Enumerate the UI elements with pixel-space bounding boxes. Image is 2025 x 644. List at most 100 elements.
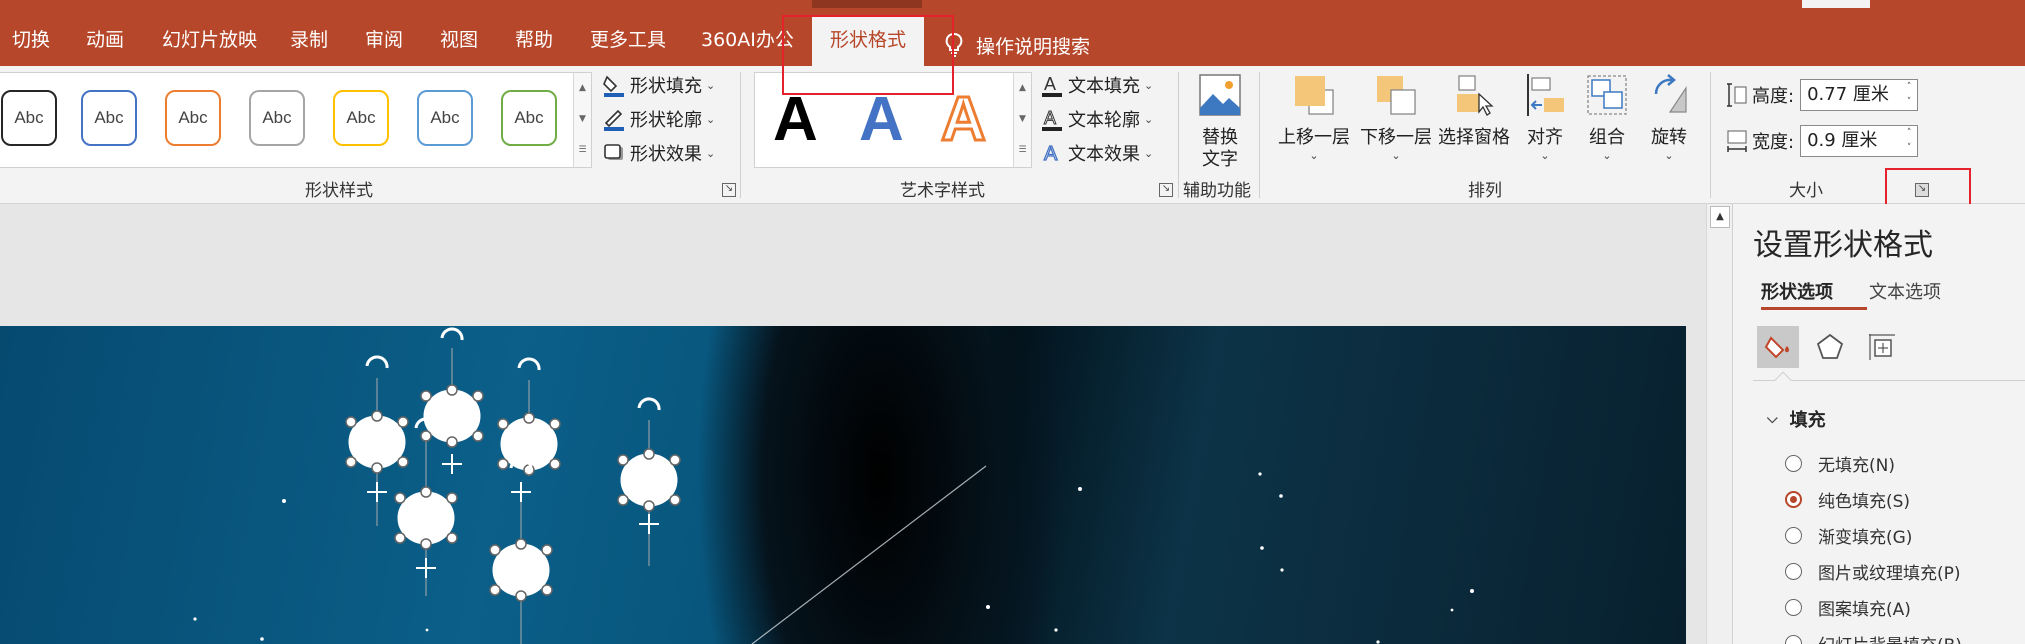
text-outline-icon: A [1040, 107, 1064, 131]
fill-line-tab[interactable] [1757, 326, 1799, 368]
shape-style-thumb[interactable]: Abc [501, 90, 557, 146]
send-backward-button[interactable]: 下移一层 ⌄ [1356, 72, 1436, 163]
tab-shape-options[interactable]: 形状选项 [1761, 278, 1833, 304]
size-properties-tab[interactable] [1861, 326, 1903, 368]
wordart-style-blue[interactable]: A [859, 85, 904, 155]
tab-more-tools[interactable]: 更多工具 [590, 8, 666, 66]
align-icon [1527, 74, 1564, 116]
height-row: 高度: 0.77 厘米 ˄ ˅ [1726, 78, 1919, 112]
pentagon-icon [1816, 333, 1844, 359]
format-shape-pane: 设置形状格式 形状选项 文本选项 ⌵ 填充 无填充(N) 纯色填充(S) 渐变填… [1732, 204, 2025, 644]
slide[interactable] [0, 326, 1686, 644]
powerpoint-window: 切换 动画 幻灯片放映 录制 审阅 视图 帮助 更多工具 360AI办公 形状格… [0, 0, 2025, 644]
fill-option-gradient[interactable]: 渐变填充(G) [1785, 522, 1912, 548]
size-properties-icon [1869, 334, 1895, 360]
ribbon-tab-bar: 切换 动画 幻灯片放映 录制 审阅 视图 帮助 更多工具 360AI办公 形状格… [0, 8, 2025, 66]
shape-effects-button[interactable]: 形状效果 ⌄ [602, 138, 715, 168]
text-outline-button[interactable]: A 文本轮廓 ⌄ [1040, 104, 1153, 134]
title-bar-button[interactable] [1802, 0, 1870, 8]
expand-gallery-icon[interactable]: ☰ [574, 135, 591, 166]
group-button[interactable]: 组合 ⌄ [1582, 72, 1632, 163]
text-fill-button[interactable]: A 文本填充 ⌄ [1040, 70, 1153, 100]
group-label-wordart-styles: 艺术字样式 [900, 181, 985, 201]
fill-option-no-fill[interactable]: 无填充(N) [1785, 450, 1895, 476]
width-label: 宽度: [1752, 132, 1795, 153]
group-divider [1259, 72, 1260, 198]
shape-style-thumb[interactable]: Abc [417, 90, 473, 146]
pane-divider-notch [1774, 371, 1792, 389]
tab-animations[interactable]: 动画 [86, 8, 124, 66]
scroll-up-icon[interactable]: ▲ [574, 73, 591, 104]
pane-divider [1753, 380, 2025, 381]
shape-style-thumb[interactable]: Abc [81, 90, 137, 146]
height-spinner[interactable]: ˄ ˅ [1901, 80, 1917, 110]
selection-pane-button[interactable]: 选择窗格 [1436, 72, 1512, 149]
tab-record[interactable]: 录制 [290, 8, 328, 66]
fill-option-solid[interactable]: 纯色填充(S) [1785, 486, 1910, 512]
scroll-down-icon[interactable]: ▼ [574, 104, 591, 135]
shape-style-thumb[interactable]: Abc [333, 90, 389, 146]
radio-button[interactable] [1785, 454, 1802, 472]
alt-text-button[interactable]: 替换 文字 [1192, 72, 1248, 171]
tab-help[interactable]: 帮助 [515, 8, 553, 66]
tab-360ai[interactable]: 360AI办公 [701, 8, 794, 66]
group-label-arrange: 排列 [1468, 181, 1502, 201]
wordart-style-orange-outline[interactable]: A [940, 84, 988, 156]
chevron-down-icon: ⌵ [1767, 411, 1778, 427]
bring-forward-button[interactable]: 上移一层 ⌄ [1274, 72, 1354, 163]
radio-button[interactable] [1785, 562, 1802, 580]
fill-section-header[interactable]: ⌵ 填充 [1767, 406, 1826, 432]
star-field [193, 472, 1474, 644]
width-spinner[interactable]: ˄ ˅ [1901, 126, 1917, 156]
effects-tab[interactable] [1809, 326, 1851, 368]
paint-bucket-icon [1764, 336, 1789, 359]
pen-outline-icon [602, 107, 626, 131]
scroll-up-icon[interactable]: ▲ [1710, 206, 1730, 228]
scroll-up-icon[interactable]: ▲ [1014, 73, 1031, 104]
fill-option-slide-background[interactable]: 幻灯片背景填充(B) [1785, 630, 1962, 644]
alt-text-label-1: 替换 [1202, 127, 1238, 148]
shape-height-icon [1727, 83, 1747, 107]
shape-fill-button[interactable]: 形状填充 ⌄ [602, 70, 715, 100]
tab-view[interactable]: 视图 [440, 8, 478, 66]
bring-forward-icon [1295, 76, 1334, 115]
radio-button[interactable] [1785, 634, 1802, 644]
alt-text-label-2: 文字 [1202, 149, 1238, 170]
wordart-style-black[interactable]: A [773, 85, 818, 155]
wordart-gallery-scroll[interactable]: ▲ ▼ ☰ [1013, 73, 1031, 167]
shape-outline-button[interactable]: 形状轮廓 ⌄ [602, 104, 715, 134]
shape-style-thumb[interactable]: Abc [165, 90, 221, 146]
fill-option-picture[interactable]: 图片或纹理填充(P) [1785, 558, 1961, 584]
tab-text-options[interactable]: 文本选项 [1869, 278, 1941, 304]
wordart-styles-launcher-icon[interactable]: ↘ [1159, 183, 1173, 197]
radio-button-checked[interactable] [1785, 490, 1802, 508]
selection-pane-icon [1457, 75, 1494, 116]
width-input[interactable]: 0.9 厘米 ˄ ˅ [1800, 125, 1919, 157]
vertical-scrollbar[interactable]: ▲ [1706, 204, 1732, 644]
gallery-scroll[interactable]: ▲ ▼ ☰ [573, 73, 591, 167]
expand-gallery-icon[interactable]: ☰ [1014, 135, 1031, 166]
radio-button[interactable] [1785, 526, 1802, 544]
align-button[interactable]: 对齐 ⌄ [1520, 72, 1570, 163]
selected-shapes [345, 327, 681, 644]
group-label-size: 大小 [1789, 181, 1823, 201]
group-divider [740, 72, 741, 198]
fill-option-pattern[interactable]: 图案填充(A) [1785, 594, 1911, 620]
group-label-shape-styles: 形状样式 [305, 181, 373, 201]
shape-style-thumb[interactable]: Abc [1, 90, 57, 146]
text-fill-icon: A [1040, 73, 1064, 97]
scroll-down-icon[interactable]: ▼ [1014, 104, 1031, 135]
tab-review[interactable]: 审阅 [365, 8, 403, 66]
tab-transitions[interactable]: 切换 [12, 8, 50, 66]
tell-me-label: 操作说明搜索 [976, 35, 1091, 58]
shape-style-thumb[interactable]: Abc [249, 90, 305, 146]
text-effects-button[interactable]: A 文本效果 ⌄ [1040, 138, 1153, 168]
alt-text-image-icon [1199, 74, 1241, 116]
radio-button[interactable] [1785, 598, 1802, 616]
height-input[interactable]: 0.77 厘米 ˄ ˅ [1800, 79, 1919, 111]
rotate-button[interactable]: 旋转 ⌄ [1644, 72, 1694, 163]
height-label: 高度: [1752, 86, 1795, 107]
slide-canvas-area[interactable] [0, 204, 1702, 644]
tab-slideshow[interactable]: 幻灯片放映 [162, 8, 257, 66]
shape-styles-launcher-icon[interactable]: ↘ [722, 183, 736, 197]
